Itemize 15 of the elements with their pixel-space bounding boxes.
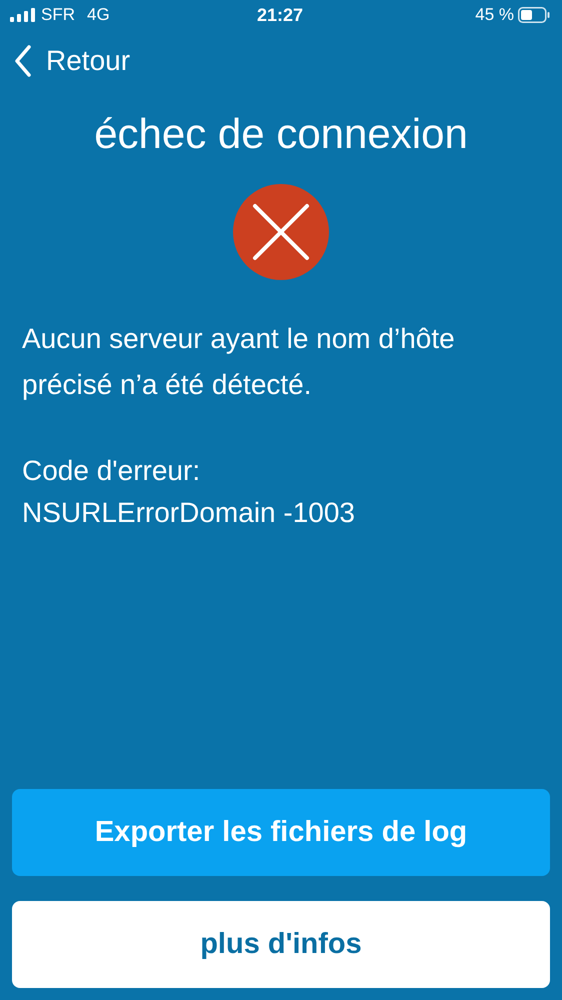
battery-percent: 45 % (475, 5, 514, 25)
carrier-name: SFR (41, 5, 75, 25)
error-code-label: Code d'erreur: (22, 454, 202, 488)
more-info-button[interactable]: plus d'infos (12, 901, 550, 988)
error-code-value: NSURLErrorDomain -1003 (22, 496, 356, 530)
status-time: 21:27 (256, 4, 304, 26)
battery-icon (518, 7, 550, 23)
signal-icon (10, 8, 35, 22)
chevron-left-icon (14, 44, 32, 78)
back-button[interactable]: Retour (14, 44, 130, 78)
page-title: échec de connexion (93, 109, 469, 159)
error-icon (233, 184, 329, 280)
export-logs-button[interactable]: Exporter les fichiers de log (12, 789, 550, 876)
error-message: Aucun serveur ayant le nom d’hôte précisé n’a été détecté. (22, 322, 456, 402)
network-type: 4G (87, 5, 110, 25)
